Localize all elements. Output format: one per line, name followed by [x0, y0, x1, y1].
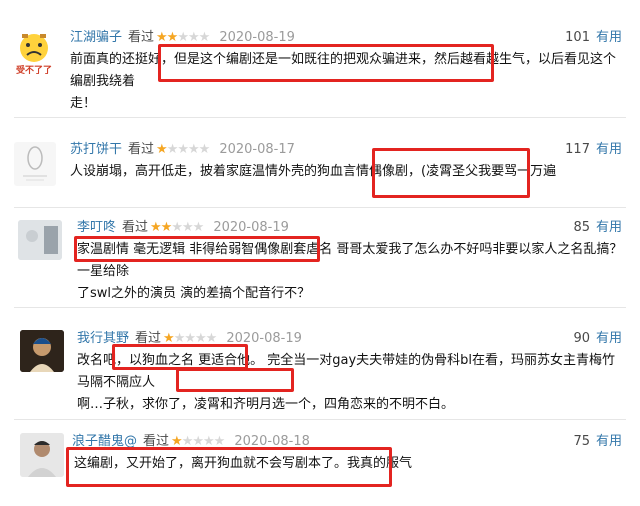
- avatar[interactable]: [20, 330, 64, 372]
- avatar[interactable]: 受不了了: [12, 30, 56, 74]
- watched-label: 看过: [128, 142, 155, 157]
- useful-button[interactable]: 有用: [596, 30, 622, 45]
- watched-label: 看过: [128, 30, 155, 45]
- person-avatar-icon: [20, 433, 64, 477]
- highlight-box: [74, 236, 320, 262]
- review-text-line: 啊…子秋，求你了，凌霄和齐明月选一个，四角恋来的不明不白。: [77, 397, 455, 412]
- highlight-box: [112, 344, 248, 370]
- divider: [14, 419, 626, 420]
- watched-label: 看过: [122, 220, 149, 235]
- divider: [14, 117, 626, 118]
- rating-stars: ★★★★★: [150, 220, 204, 235]
- vote-count: 85: [573, 220, 590, 235]
- rating-stars: ★★★★★: [156, 30, 210, 45]
- photo-avatar-icon: [18, 220, 62, 260]
- review-date: 2020-08-19: [219, 30, 295, 45]
- username-link[interactable]: 苏打饼干: [70, 142, 122, 157]
- avatar[interactable]: [14, 142, 56, 186]
- avatar[interactable]: [20, 433, 64, 477]
- highlight-box: [66, 447, 392, 487]
- review-text-line: 了swl之外的演员 演的差搞个配音行不？: [77, 286, 311, 301]
- moon-sketch-icon: [23, 146, 47, 181]
- divider: [14, 307, 626, 308]
- vote-count: 117: [565, 142, 590, 157]
- portrait-avatar-icon: [20, 330, 64, 372]
- review-date: 2020-08-17: [219, 142, 295, 157]
- highlight-box: [372, 148, 530, 198]
- divider: [14, 207, 626, 208]
- review-text-line: 走！: [70, 96, 97, 111]
- useful-button[interactable]: 有用: [596, 331, 622, 346]
- avatar[interactable]: [18, 220, 62, 260]
- highlight-box: [158, 44, 494, 82]
- highlight-box: [176, 368, 294, 392]
- review-text-line: 人设崩塌，高开低走，披着家庭温情外壳的狗血言情偶像剧，(凌霄圣父我要骂一万遍: [70, 164, 557, 179]
- vote-count: 101: [565, 30, 590, 45]
- review-date: 2020-08-19: [213, 220, 289, 235]
- vote-count: 75: [573, 434, 590, 449]
- rating-stars: ★★★★★: [156, 142, 210, 157]
- username-link[interactable]: 李叮咚: [77, 220, 116, 235]
- username-link[interactable]: 江湖骗子: [70, 30, 122, 45]
- vote-count: 90: [573, 331, 590, 346]
- useful-button[interactable]: 有用: [596, 220, 622, 235]
- review-text: 人设崩塌，高开低走，披着家庭温情外壳的狗血言情偶像剧，(凌霄圣父我要骂一万遍: [70, 161, 626, 183]
- useful-button[interactable]: 有用: [596, 142, 622, 157]
- avatar-caption: 受不了了: [15, 66, 52, 74]
- useful-button[interactable]: 有用: [596, 434, 622, 449]
